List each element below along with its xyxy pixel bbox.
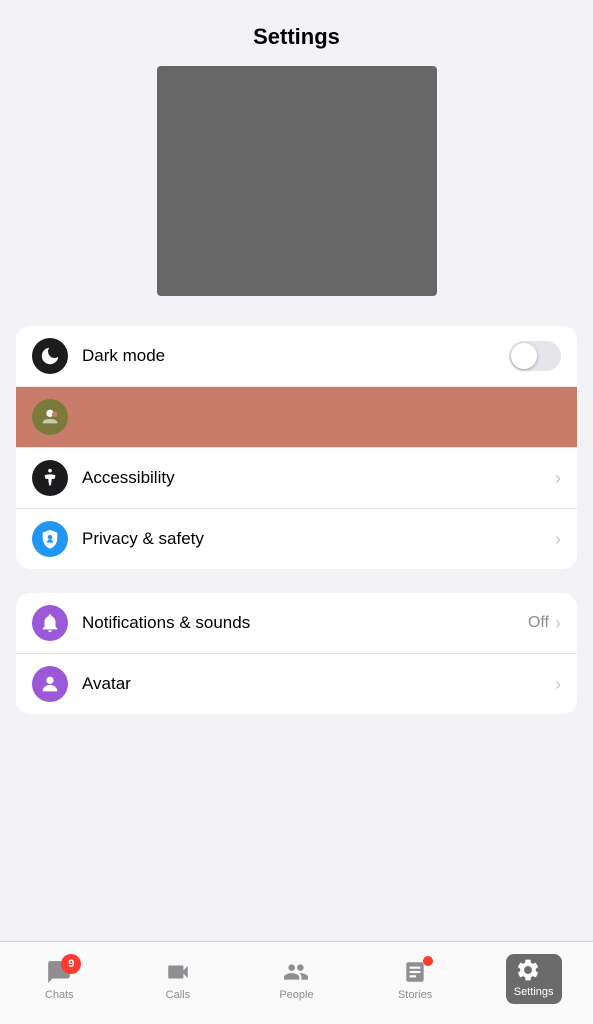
active-status-chevron: ›: [555, 407, 561, 428]
dark-mode-icon: [32, 338, 68, 374]
people-icon-wrap: [280, 958, 312, 986]
active-status-value: Off: [528, 408, 549, 426]
avatar-icon: [32, 666, 68, 702]
chats-label: Chats: [45, 989, 74, 1001]
privacy-safety-row[interactable]: Privacy & safety ›: [16, 509, 577, 569]
notifications-icon: [32, 605, 68, 641]
active-status-row[interactable]: Active status Off ›: [16, 387, 577, 448]
tab-chats[interactable]: 9 Chats: [0, 950, 119, 1001]
accessibility-chevron: ›: [555, 468, 561, 489]
active-status-icon: [32, 399, 68, 435]
header: Settings: [0, 0, 593, 66]
notifications-chevron: ›: [555, 613, 561, 634]
privacy-safety-chevron: ›: [555, 529, 561, 550]
page-title: Settings: [0, 24, 593, 50]
settings-label: Settings: [514, 986, 554, 998]
active-status-label: Active status: [82, 407, 528, 427]
tab-settings[interactable]: Settings: [474, 946, 593, 1004]
dark-mode-row[interactable]: Dark mode: [16, 326, 577, 387]
notifications-label: Notifications & sounds: [82, 613, 528, 633]
settings-icon-wrap: [514, 958, 542, 982]
dark-mode-label: Dark mode: [82, 346, 509, 366]
stories-dot: [423, 956, 433, 966]
notifications-value: Off: [528, 614, 549, 632]
tab-stories[interactable]: Stories: [356, 950, 475, 1001]
tab-people[interactable]: People: [237, 950, 356, 1001]
privacy-safety-label: Privacy & safety: [82, 529, 555, 549]
notifications-row[interactable]: Notifications & sounds Off ›: [16, 593, 577, 654]
avatar-label: Avatar: [82, 674, 555, 694]
calls-icon-wrap: [162, 958, 194, 986]
accessibility-label: Accessibility: [82, 468, 555, 488]
accessibility-row[interactable]: Accessibility ›: [16, 448, 577, 509]
toggle-knob: [511, 343, 537, 369]
privacy-safety-icon: [32, 521, 68, 557]
dark-mode-toggle[interactable]: [509, 341, 561, 371]
accessibility-icon: [32, 460, 68, 496]
avatar-chevron: ›: [555, 674, 561, 695]
tab-bar: 9 Chats Calls People: [0, 941, 593, 1024]
main-content: Settings Dark mode: [0, 0, 593, 838]
tab-calls[interactable]: Calls: [119, 950, 238, 1001]
people-label: People: [279, 989, 313, 1001]
chats-badge: 9: [61, 954, 81, 974]
settings-card-1: Dark mode Active status Off ›: [16, 326, 577, 569]
stories-label: Stories: [398, 989, 432, 1001]
settings-tab-bg: Settings: [506, 954, 562, 1004]
settings-card-2: Notifications & sounds Off › Avatar ›: [16, 593, 577, 714]
calls-label: Calls: [166, 989, 190, 1001]
stories-icon-wrap: [399, 958, 431, 986]
avatar-row[interactable]: Avatar ›: [16, 654, 577, 714]
profile-image: [157, 66, 437, 296]
chats-icon-wrap: 9: [43, 958, 75, 986]
